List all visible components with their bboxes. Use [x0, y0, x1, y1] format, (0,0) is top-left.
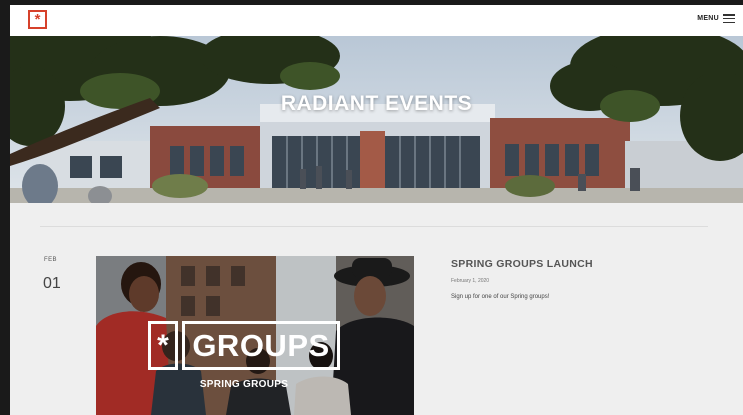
event-month: FEB [44, 257, 57, 263]
site-logo[interactable]: * [28, 10, 47, 29]
groups-subtitle: SPRING GROUPS [199, 379, 289, 390]
groups-logo-icon: * [148, 321, 178, 370]
groups-word: GROUPS [192, 328, 330, 363]
hero-banner: RADIANT EVENTS [10, 36, 743, 203]
hamburger-icon [723, 14, 735, 23]
browser-page: * MENU RADIANT EVENTS FEB 01 * GROUPS SP… [10, 5, 743, 415]
hero-photo [10, 36, 743, 203]
menu-button[interactable]: MENU [697, 14, 735, 23]
event-title-link[interactable]: SPRING GROUPS LAUNCH [451, 258, 593, 270]
menu-label: MENU [697, 15, 719, 22]
page-title: RADIANT EVENTS [280, 92, 473, 115]
event-description: Sign up for one of our Spring groups! [451, 294, 550, 300]
section-divider [40, 226, 708, 227]
event-day: 01 [43, 275, 61, 292]
event-image[interactable]: * GROUPS SPRING GROUPS [96, 256, 414, 415]
site-header: * MENU [10, 5, 743, 36]
event-date: February 1, 2020 [451, 278, 490, 284]
